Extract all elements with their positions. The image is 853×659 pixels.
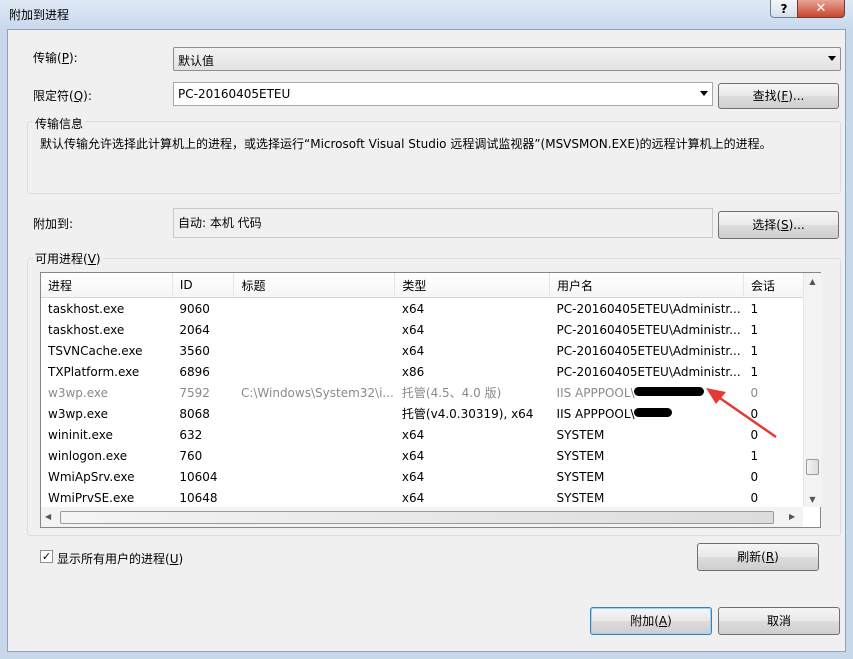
column-header[interactable]: 进程 — [41, 273, 173, 298]
table-cell: SYSTEM — [556, 469, 605, 484]
table-cell: 10648 — [179, 490, 218, 505]
table-cell: TSVNCache.exe — [48, 343, 143, 358]
scroll-up-icon[interactable]: ▲ — [804, 277, 821, 286]
table-row[interactable]: TXPlatform.exe 6896 x86 PC-20160405ETEU\Adm… — [41, 361, 820, 382]
processes-title: 可用进程(V) — [33, 250, 103, 267]
table-cell: PC-20160405ETEU\Administr... — [556, 301, 741, 316]
table-cell: PC-20160405ETEU\Administr... — [556, 322, 741, 337]
redaction-mark — [634, 408, 672, 417]
table-row[interactable]: taskhost.exe 9060 x64 PC-20160405ETEU\Admin… — [41, 298, 820, 320]
scroll-down-icon[interactable]: ▼ — [804, 495, 821, 504]
table-cell: w3wp.exe — [48, 385, 108, 400]
table-cell: 632 — [179, 427, 203, 442]
table-cell: x64 — [401, 427, 425, 442]
table-cell: x64 — [401, 301, 425, 316]
table-cell: x64 — [401, 322, 425, 337]
table-cell — [234, 298, 395, 320]
column-header[interactable]: 用户名 — [549, 273, 744, 298]
table-cell: x86 — [401, 364, 425, 379]
table-cell: x64 — [401, 343, 425, 358]
table-cell: x64 — [401, 448, 425, 463]
table-cell: 托管(v4.0.30319), x64 — [401, 407, 534, 421]
find-button[interactable]: 查找(F)... — [718, 83, 839, 109]
horizontal-scroll-thumb[interactable] — [60, 511, 774, 524]
table-cell — [234, 319, 395, 340]
redaction-mark — [634, 387, 704, 396]
table-cell: PC-20160405ETEU\Administr... — [556, 364, 741, 379]
vertical-scrollbar[interactable]: ▲ ▼ — [803, 273, 821, 507]
qualifier-label: 限定符(Q): — [33, 89, 92, 103]
table-cell: 10604 — [179, 469, 218, 484]
qualifier-value: PC-20160405ETEU — [178, 87, 291, 101]
table-cell: 6896 — [179, 364, 210, 379]
chevron-down-icon — [828, 56, 836, 61]
refresh-button[interactable]: 刷新(R) — [697, 543, 819, 571]
table-cell: x64 — [401, 490, 425, 505]
table-row[interactable]: WmiPrvSE.exe 10648 x64 SYSTEM 0 — [41, 487, 820, 508]
show-all-users-label: 显示所有用户的进程(U) — [57, 552, 184, 566]
chevron-down-icon[interactable] — [700, 91, 708, 96]
table-cell: w3wp.exe — [48, 406, 108, 421]
table-cell — [234, 340, 395, 361]
table-cell: PC-20160405ETEU\Administr... — [556, 343, 741, 358]
table-cell: taskhost.exe — [48, 322, 125, 337]
transport-info-group — [27, 121, 841, 194]
attach-to-field: 自动: 本机 代码 — [173, 208, 713, 238]
column-header[interactable]: 类型 — [394, 273, 551, 298]
table-cell: 7592 — [179, 385, 210, 400]
show-all-users-checkbox[interactable]: ✓ — [40, 550, 53, 563]
table-cell: taskhost.exe — [48, 301, 125, 316]
table-cell: 3560 — [179, 343, 210, 358]
table-cell — [234, 445, 395, 466]
annotation-arrow-icon — [706, 388, 777, 439]
table-header-row: 进程 ID 标题 类型 用户名 会话 — [41, 273, 820, 298]
vertical-scroll-thumb[interactable] — [806, 459, 819, 475]
table-cell: C:\Windows\System32\i... — [240, 385, 394, 400]
table-cell — [234, 487, 395, 508]
table-cell: 9060 — [179, 301, 210, 316]
table-cell: TXPlatform.exe — [48, 364, 140, 379]
transport-info-title: 传输信息 — [33, 115, 86, 132]
cancel-button[interactable]: 取消 — [718, 607, 840, 635]
transport-label: 传输(P): — [33, 51, 78, 65]
table-row[interactable]: taskhost.exe 2064 x64 PC-20160405ETEU\Admin… — [41, 319, 820, 340]
scroll-left-icon[interactable]: ◀ — [45, 512, 51, 521]
attach-button[interactable]: 附加(A) — [590, 607, 712, 635]
table-cell — [234, 361, 395, 382]
select-button[interactable]: 选择(S)... — [718, 211, 839, 239]
scroll-right-icon[interactable]: ▶ — [789, 512, 795, 521]
qualifier-combobox[interactable]: PC-20160405ETEU — [173, 82, 713, 106]
table-cell: SYSTEM — [556, 490, 605, 505]
table-cell: 2064 — [179, 322, 210, 337]
table-cell: x64 — [401, 469, 425, 484]
table-cell — [234, 466, 395, 487]
table-cell: 托管(4.5、4.0 版) — [401, 386, 502, 400]
table-cell: WmiApSrv.exe — [48, 469, 135, 484]
close-button[interactable]: ✕ — [797, 0, 845, 18]
table-cell: winlogon.exe — [48, 448, 128, 463]
table-row[interactable]: TSVNCache.exe 3560 x64 PC-20160405ETEU\Admi… — [41, 340, 820, 361]
column-header[interactable]: ID — [172, 273, 235, 298]
table-row[interactable]: WmiApSrv.exe 10604 x64 SYSTEM 0 — [41, 466, 820, 487]
attach-to-value: 自动: 本机 代码 — [178, 216, 262, 230]
window-title: 附加到进程 — [9, 8, 70, 22]
table-cell: 8068 — [179, 406, 210, 421]
table-cell: 760 — [179, 448, 203, 463]
table-cell: wininit.exe — [48, 427, 113, 442]
table-cell — [234, 424, 395, 445]
attach-to-label: 附加到: — [33, 217, 74, 231]
column-header[interactable]: 标题 — [233, 273, 396, 298]
transport-value: 默认值 — [178, 54, 215, 68]
transport-info-text: 默认传输允许选择此计算机上的进程，或选择运行“Microsoft Visual … — [40, 137, 772, 151]
horizontal-scrollbar[interactable]: ◀ ▶ — [41, 507, 803, 527]
table-cell — [234, 403, 395, 424]
title-bar — [0, 0, 853, 28]
help-button[interactable]: ? — [770, 0, 798, 18]
transport-dropdown[interactable]: 默认值 — [173, 47, 841, 71]
table-cell: WmiPrvSE.exe — [48, 490, 135, 505]
